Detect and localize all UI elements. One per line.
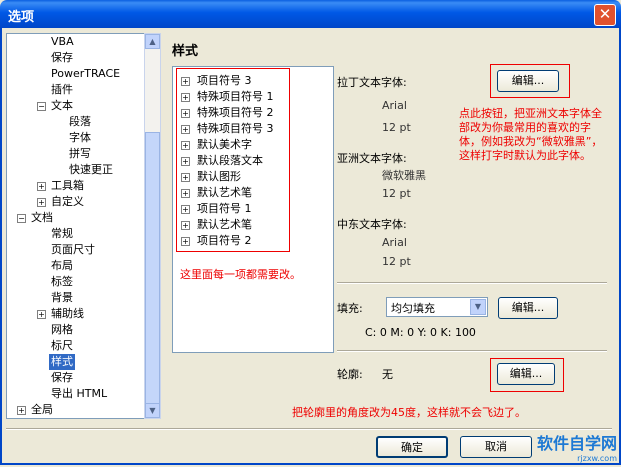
tree-item-text[interactable]: 文本 — [51, 98, 73, 114]
tree-item-background[interactable]: 背景 — [51, 290, 73, 306]
fill-label: 填充: — [337, 302, 363, 315]
tree-item-pagesize[interactable]: 页面尺寸 — [51, 242, 95, 258]
close-icon: ✕ — [598, 5, 612, 23]
tree-item-export-html[interactable]: 导出 HTML — [51, 386, 107, 402]
outline-tip: 把轮廓里的角度改为45度，这样就不会飞边了。 — [292, 406, 526, 419]
highlight-box — [490, 358, 564, 392]
chevron-down-icon[interactable]: ▼ — [470, 299, 486, 315]
tree-item-document[interactable]: 文档 — [31, 210, 53, 226]
me-font-value: Arial — [382, 236, 407, 249]
me-font-label: 中东文本字体: — [337, 218, 407, 231]
tree-item-toolbox[interactable]: 工具箱 — [51, 178, 84, 194]
tree-item-global[interactable]: 全局 — [31, 402, 53, 418]
latin-font-value: Arial — [382, 99, 407, 112]
list-tip: 这里面每一项都需要改。 — [180, 268, 301, 281]
tree-item-save2[interactable]: 保存 — [51, 370, 73, 386]
tree-scrollbar[interactable]: ▲ ▼ — [144, 33, 161, 419]
fill-color-value: C: 0 M: 0 Y: 0 K: 100 — [365, 326, 476, 339]
tree-item-quickcorrect[interactable]: 快速更正 — [69, 162, 113, 178]
expand-icon[interactable]: + — [37, 310, 46, 319]
collapse-icon[interactable]: − — [37, 102, 46, 111]
close-button[interactable]: ✕ — [594, 4, 616, 26]
highlight-box — [176, 68, 290, 252]
tree-item-paragraph[interactable]: 段落 — [69, 114, 91, 130]
asian-font-size: 12 pt — [382, 187, 411, 200]
edit-fill-button[interactable]: 编辑... — [498, 297, 558, 319]
highlight-box — [490, 64, 570, 98]
tree-item-customize[interactable]: 自定义 — [51, 194, 84, 210]
tree-item-label[interactable]: 标签 — [51, 274, 73, 290]
fill-type-select[interactable]: 均匀填充 ▼ — [386, 297, 488, 317]
cancel-button[interactable]: 取消 — [460, 436, 532, 458]
expand-icon[interactable]: + — [17, 406, 26, 415]
title-bar: 选项 ✕ — [0, 0, 621, 28]
outline-value: 无 — [382, 368, 393, 381]
tree-item-rulers[interactable]: 标尺 — [51, 338, 73, 354]
scroll-down-icon[interactable]: ▼ — [145, 403, 160, 418]
edit-tip: 点此按钮，把亚洲文本字体全部改为你最常用的喜欢的字体，例如我改为“微软雅黑”，这… — [459, 107, 603, 162]
me-font-size: 12 pt — [382, 255, 411, 268]
watermark: 软件自学网 rjzxw.com — [536, 434, 617, 463]
asian-font-label: 亚洲文本字体: — [337, 152, 407, 165]
expand-icon[interactable]: + — [37, 198, 46, 207]
ok-button[interactable]: 确定 — [376, 436, 448, 458]
outline-label: 轮廓: — [337, 368, 363, 381]
tree-item-grid[interactable]: 网格 — [51, 322, 73, 338]
tree-item-spelling[interactable]: 拼写 — [69, 146, 91, 162]
expand-icon[interactable]: + — [37, 182, 46, 191]
tree-item-font[interactable]: 字体 — [69, 130, 91, 146]
tree-item-powertrace[interactable]: PowerTRACE — [51, 66, 120, 82]
options-tree[interactable]: VBA 保存 PowerTRACE 插件 − 文本 段落 字体 拼写 快速更正 … — [6, 33, 146, 419]
scroll-up-icon[interactable]: ▲ — [145, 34, 160, 49]
latin-font-size: 12 pt — [382, 121, 411, 134]
tree-item-styles[interactable]: 样式 — [49, 354, 75, 370]
window-title: 选项 — [8, 10, 35, 25]
divider — [337, 282, 607, 284]
tree-item-guidelines[interactable]: 辅助线 — [51, 306, 84, 322]
divider — [6, 428, 612, 430]
tree-item-plugins[interactable]: 插件 — [51, 82, 73, 98]
page-title: 样式 — [172, 44, 199, 59]
tree-item-general[interactable]: 常规 — [51, 226, 73, 242]
collapse-icon[interactable]: − — [17, 214, 26, 223]
divider — [337, 350, 607, 352]
asian-font-value: 微软雅黑 — [382, 169, 426, 182]
scroll-thumb[interactable] — [145, 132, 160, 412]
latin-font-label: 拉丁文本字体: — [337, 76, 407, 89]
tree-item-vba[interactable]: VBA — [51, 34, 74, 50]
tree-item-layout[interactable]: 布局 — [51, 258, 73, 274]
tree-item-save[interactable]: 保存 — [51, 50, 73, 66]
